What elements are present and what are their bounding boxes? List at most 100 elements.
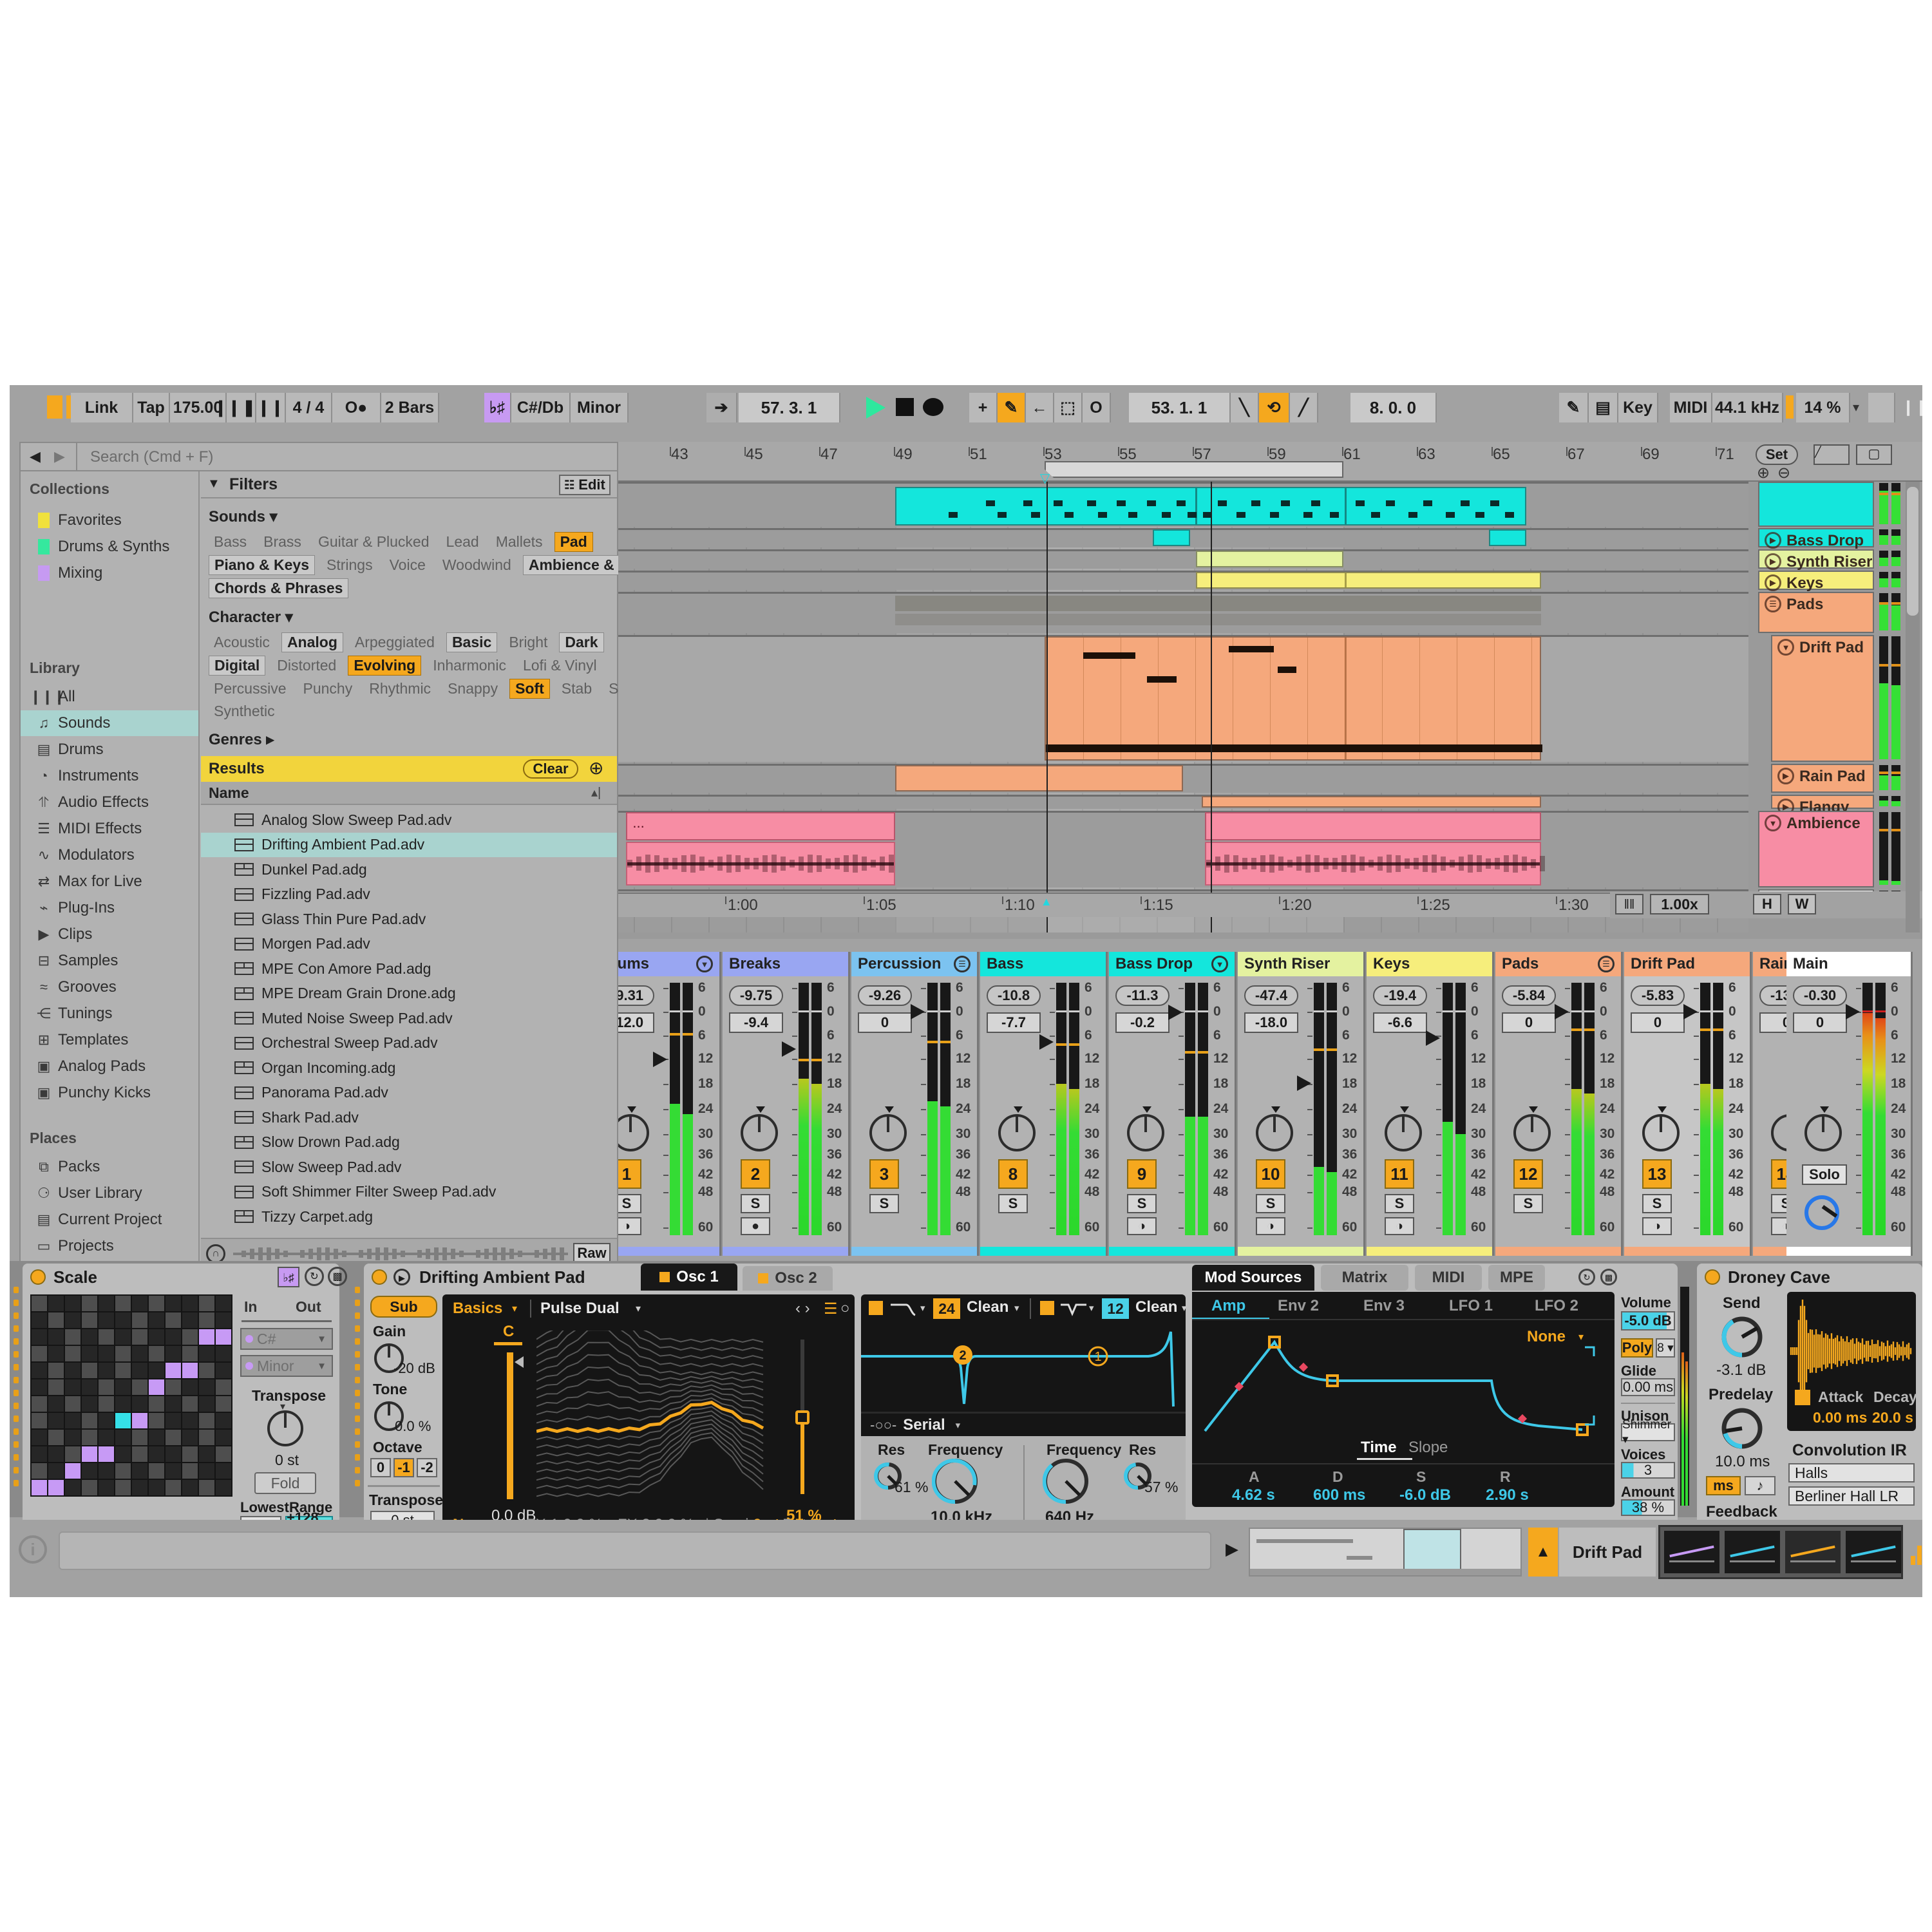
scale-cell[interactable] xyxy=(182,1463,198,1479)
scale-cell[interactable] xyxy=(48,1463,64,1479)
solo-button[interactable]: S xyxy=(618,1194,641,1213)
scale-cell[interactable] xyxy=(199,1430,214,1445)
scale-cell[interactable] xyxy=(65,1379,80,1395)
env-tab-lfo-[interactable]: LFO 1 xyxy=(1449,1297,1493,1315)
decay-value[interactable]: 20.0 s xyxy=(1872,1409,1913,1426)
peak-level-display[interactable]: -5.84 xyxy=(1502,985,1556,1006)
filter-chip-punchy[interactable]: Punchy xyxy=(298,679,357,698)
chain-expand-icon[interactable]: ▶ xyxy=(1226,1539,1238,1559)
selected-track-chip[interactable]: Drift Pad xyxy=(1559,1528,1656,1577)
pan-knob[interactable] xyxy=(1256,1114,1293,1151)
scale-scale-select[interactable]: Minor▼ xyxy=(240,1355,333,1377)
mixer-track-title[interactable]: Drums▼ xyxy=(618,952,719,976)
wt-position-handle[interactable] xyxy=(795,1410,810,1425)
filter-chip-percussive[interactable]: Percussive xyxy=(209,679,291,698)
scale-cell[interactable] xyxy=(99,1446,114,1462)
slider-handle[interactable] xyxy=(515,1356,524,1368)
filter-chip-pad[interactable]: Pad xyxy=(554,532,593,552)
scale-cell[interactable] xyxy=(32,1446,47,1462)
wt-view-mode-icon[interactable]: ☰ xyxy=(824,1300,838,1318)
send-knob[interactable] xyxy=(1720,1315,1764,1359)
filter-chip-voice[interactable]: Voice xyxy=(384,556,431,574)
mixer-track-title[interactable]: Keys xyxy=(1367,952,1492,976)
sidebar-item-drums-synths[interactable]: Drums & Synths xyxy=(21,534,198,560)
play-icon[interactable]: ▶ xyxy=(1765,532,1781,549)
scale-cell[interactable] xyxy=(216,1446,231,1462)
result-item[interactable]: MPE Dream Grain Drone.adg xyxy=(201,981,617,1006)
sidebar-item-instruments[interactable]: ◔Instruments xyxy=(21,763,198,789)
scale-cell[interactable] xyxy=(48,1430,64,1445)
filter-chip-digital[interactable]: Digital xyxy=(209,656,265,676)
arm-button[interactable]: ◑ xyxy=(1256,1217,1285,1235)
device-chain-thumbnails[interactable] xyxy=(1658,1525,1903,1579)
volume-handle[interactable] xyxy=(782,1041,796,1057)
scale-cell[interactable] xyxy=(132,1463,147,1479)
scale-cell[interactable] xyxy=(199,1396,214,1412)
track-header-pads[interactable]: ☰Pads xyxy=(1758,592,1874,633)
sidebar-item-sounds[interactable]: ♫Sounds xyxy=(21,710,198,736)
mixer-strip-synth-riser[interactable]: Synth Riser-47.4-18.06061218243036424860… xyxy=(1238,952,1365,1256)
peak-level-display[interactable]: -9.75 xyxy=(729,985,783,1006)
computer-midi-keyboard-icon[interactable]: ▤ xyxy=(1589,393,1618,422)
track-header-ambience[interactable]: ▼Ambience xyxy=(1758,811,1874,887)
play-icon[interactable]: ▶ xyxy=(1777,768,1794,784)
scale-cell[interactable] xyxy=(82,1430,97,1445)
scale-cell[interactable] xyxy=(48,1413,64,1428)
insert-marker-button[interactable]: + xyxy=(969,393,998,422)
scale-cell[interactable] xyxy=(99,1312,114,1328)
env-tab-amp[interactable]: Amp xyxy=(1211,1297,1245,1315)
mixer-track-title[interactable]: Percussion☰ xyxy=(851,952,977,976)
back-to-arrangement-button[interactable]: ← xyxy=(1026,393,1054,422)
draw-automation-icon[interactable]: ✎ xyxy=(1559,393,1589,422)
device-divider[interactable] xyxy=(354,1287,361,1493)
scale-cell[interactable] xyxy=(182,1329,198,1345)
play-button[interactable] xyxy=(866,397,886,419)
res2-value[interactable]: 57 % xyxy=(1144,1479,1178,1496)
stop-button[interactable] xyxy=(896,398,914,416)
filter-chip-guitar-plucked[interactable]: Guitar & Plucked xyxy=(313,533,435,551)
name-caret[interactable]: ▾ xyxy=(636,1302,641,1315)
filter-chip-analog[interactable]: Analog xyxy=(281,632,343,652)
scale-cell[interactable] xyxy=(99,1396,114,1412)
scale-cell[interactable] xyxy=(115,1413,131,1428)
volume-handle[interactable] xyxy=(911,1004,925,1019)
f2m-caret[interactable]: ▾ xyxy=(1182,1302,1187,1314)
sidebar-item-current-project[interactable]: ▤Current Project xyxy=(21,1207,198,1233)
send-value[interactable]: -3.1 dB xyxy=(1716,1361,1766,1379)
scale-cell[interactable] xyxy=(216,1346,231,1361)
filter-chip-stab[interactable]: Stab xyxy=(556,679,597,698)
track-activator[interactable]: 9 xyxy=(1127,1159,1157,1189)
unison-mode-select[interactable]: Shimmer ▾ xyxy=(1621,1423,1675,1441)
filter-chip-chords-phrases[interactable]: Chords & Phrases xyxy=(209,578,348,598)
scale-cell[interactable] xyxy=(32,1329,47,1345)
filter-chip-bright[interactable]: Bright xyxy=(504,633,553,652)
scale-cell[interactable] xyxy=(216,1379,231,1395)
scale-cell[interactable] xyxy=(132,1480,147,1495)
scale-cell[interactable] xyxy=(182,1363,198,1378)
scale-cell[interactable] xyxy=(82,1480,97,1495)
scale-cell[interactable] xyxy=(82,1463,97,1479)
mixer-strip-drums[interactable]: Drums▼-9.31-12.060612182430364248601S◑ xyxy=(618,952,721,1256)
scale-cell[interactable] xyxy=(149,1480,164,1495)
output-meter-icon[interactable] xyxy=(1911,1533,1922,1569)
scale-cell[interactable] xyxy=(199,1480,214,1495)
peak-level-display[interactable]: -0.30 xyxy=(1793,985,1847,1006)
env-tab-lfo-[interactable]: LFO 2 xyxy=(1535,1297,1578,1315)
filter-chip-acoustic[interactable]: Acoustic xyxy=(209,633,275,652)
scale-cell[interactable] xyxy=(48,1296,64,1311)
predelay-value[interactable]: 10.0 ms xyxy=(1715,1453,1770,1471)
scale-cell[interactable] xyxy=(199,1413,214,1428)
f1-caret[interactable]: ▾ xyxy=(920,1302,925,1314)
name-column-header[interactable]: Name xyxy=(209,784,249,802)
scale-cell[interactable] xyxy=(132,1312,147,1328)
scale-cell[interactable] xyxy=(48,1480,64,1495)
volume-handle[interactable] xyxy=(1683,1004,1698,1019)
zoom-width-button[interactable]: W xyxy=(1788,894,1816,914)
clear-filters-button[interactable]: Clear xyxy=(523,759,578,779)
scale-cell[interactable] xyxy=(182,1312,198,1328)
filter-chip-evolving[interactable]: Evolving xyxy=(348,656,421,676)
metronome-icon[interactable]: ❙❙❙❙ xyxy=(256,393,286,422)
mixer-strip-pads[interactable]: Pads☰-5.840606121824303642486012S xyxy=(1495,952,1623,1256)
droney-cave-device[interactable]: Droney CaveSend-3.1 dBPredelay10.0 msms♪… xyxy=(1697,1264,1922,1544)
sidebar-item-mixing[interactable]: Mixing xyxy=(21,560,198,586)
